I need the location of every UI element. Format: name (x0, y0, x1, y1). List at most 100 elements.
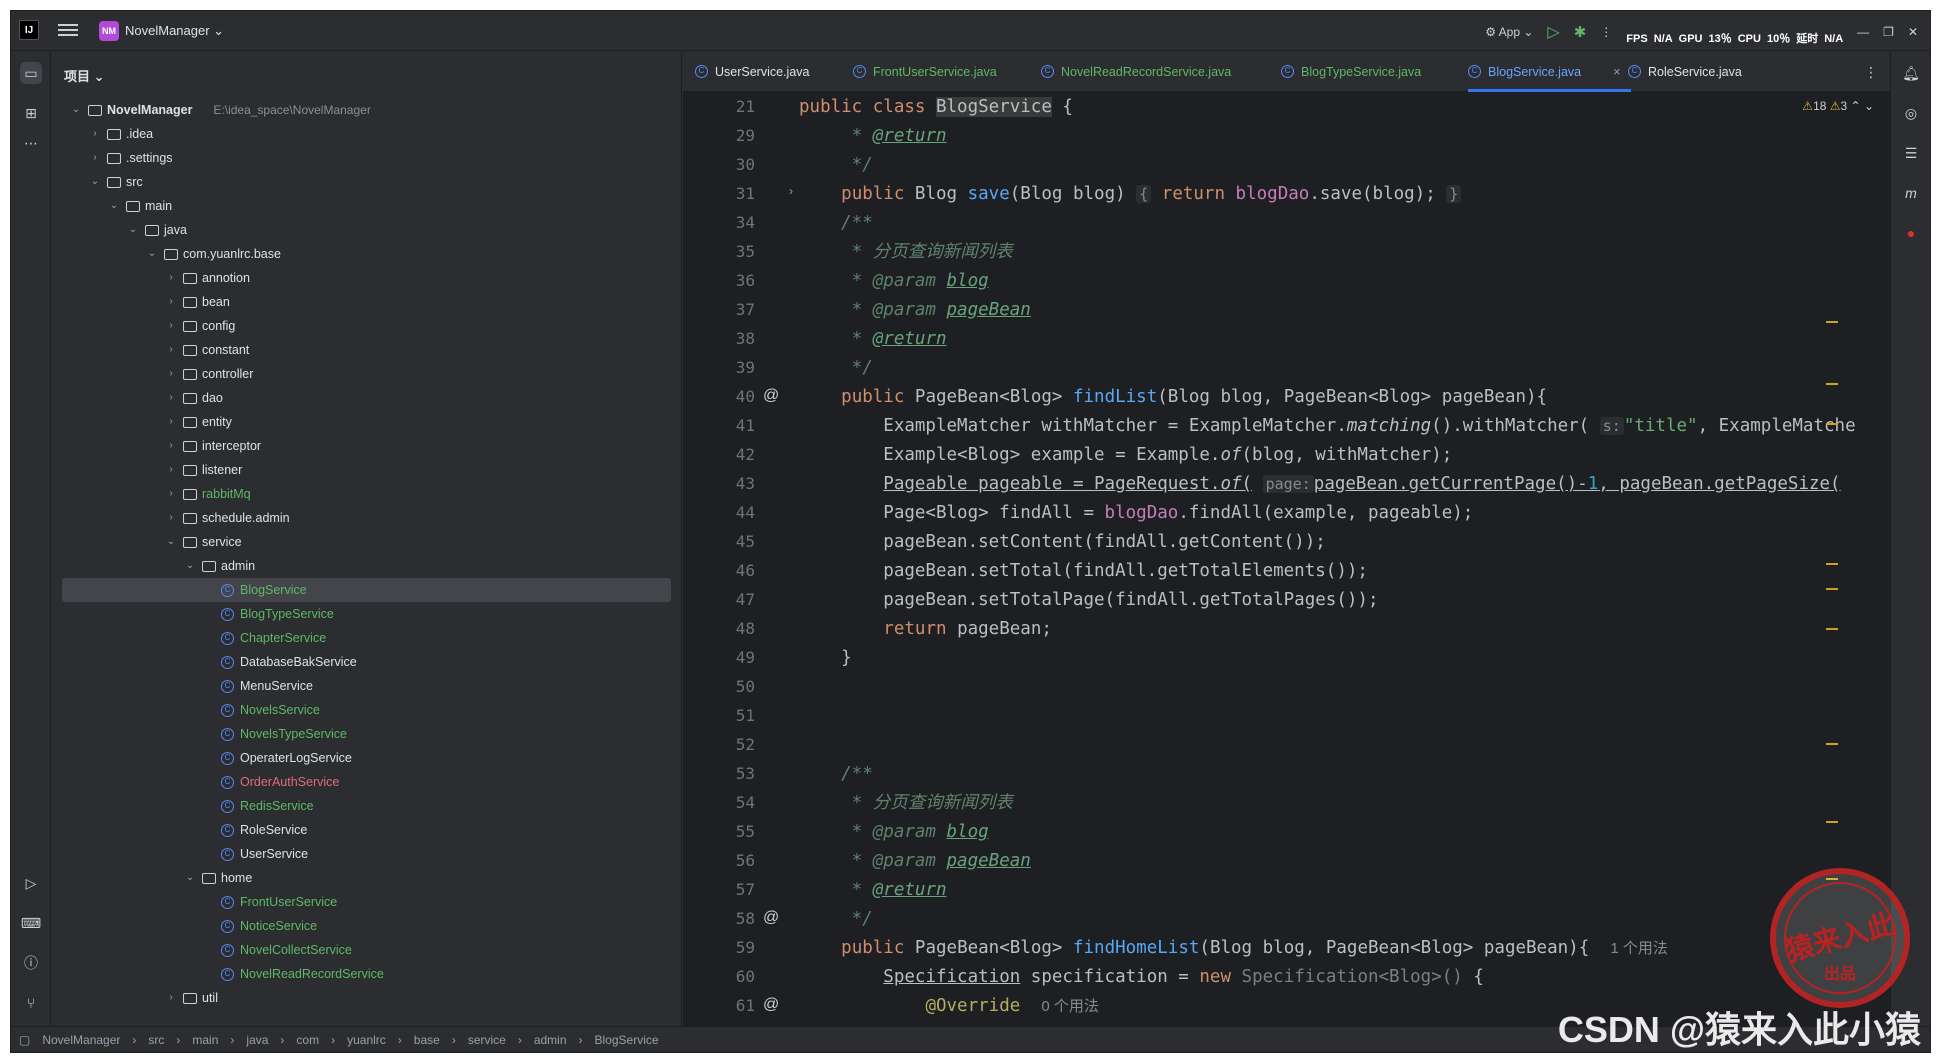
inspection-widget[interactable]: ⚠18 ⚠3 ⌃ ⌄ (1802, 99, 1874, 113)
chevron-down-icon[interactable]: ⌄ (70, 98, 82, 122)
breadcrumb-item[interactable]: BlogService (595, 1033, 659, 1047)
breadcrumb-item[interactable]: yuanlrc (347, 1033, 386, 1047)
tree-item-folder[interactable]: › annotion (52, 266, 671, 290)
tree-item-folder[interactable]: ⌄ com.yuanlrc.base (52, 242, 671, 266)
project-panel-header[interactable]: 项目 ⌄ (64, 66, 105, 85)
tree-item-folder[interactable]: › dao (52, 386, 671, 410)
tree-item-class[interactable]: C BlogTypeService (52, 602, 671, 626)
editor-tab[interactable]: C BlogService.java × (1468, 52, 1632, 92)
chevron-down-icon[interactable]: ⌄ (165, 530, 177, 554)
tree-item-class[interactable]: C NoticeService (52, 914, 671, 938)
warning-marker[interactable] (1826, 588, 1838, 590)
chevron-right-icon[interactable]: › (165, 314, 177, 338)
tab-close-icon[interactable]: × (1613, 52, 1620, 92)
breadcrumb-item[interactable]: NovelManager (42, 1033, 120, 1047)
chevron-right-icon[interactable]: › (165, 506, 177, 530)
usages-hint[interactable]: 1 个用法 (1610, 940, 1668, 957)
chevron-right-icon[interactable]: › (165, 362, 177, 386)
tree-item-folder[interactable]: › util (52, 986, 671, 1010)
breadcrumb-item[interactable]: src (148, 1033, 164, 1047)
tree-item-class[interactable]: C ChapterService (52, 626, 671, 650)
close-icon[interactable]: ✕ (1908, 25, 1918, 39)
breadcrumb-item[interactable]: admin (534, 1033, 567, 1047)
tree-item-folder[interactable]: ⌄ main (52, 194, 671, 218)
editor-tab[interactable]: C BlogTypeService.java (1281, 52, 1455, 92)
notifications-icon[interactable]: 🔔︎ (1900, 62, 1922, 84)
usages-hint[interactable]: 0 个用法 (1041, 998, 1099, 1015)
project-badge[interactable]: NM (99, 21, 119, 41)
chevron-right-icon[interactable]: › (165, 290, 177, 314)
project-switcher[interactable]: NovelManager ⌄ (125, 23, 224, 39)
editor-tab[interactable]: C UserService.java (695, 52, 840, 92)
run-config-selector[interactable]: ⚙ App ⌄ (1485, 25, 1533, 39)
chevron-down-icon[interactable]: ⌄ (184, 554, 196, 578)
tree-item-class[interactable]: C OrderAuthService (52, 770, 671, 794)
warning-marker[interactable] (1826, 821, 1838, 823)
tree-item-folder[interactable]: › config (52, 314, 671, 338)
warning-marker[interactable] (1826, 423, 1838, 425)
tree-item-class[interactable]: C NovelReadRecordService (52, 962, 671, 986)
chevron-right-icon[interactable]: › (165, 434, 177, 458)
chevron-right-icon[interactable]: › (165, 482, 177, 506)
tree-item-class[interactable]: C OperaterLogService (52, 746, 671, 770)
warning-marker[interactable] (1826, 628, 1838, 630)
tree-item-folder[interactable]: › .idea (52, 122, 671, 146)
project-tool-icon[interactable]: ▭ (20, 62, 42, 84)
tree-item-class[interactable]: C NovelsService (52, 698, 671, 722)
chevron-right-icon[interactable]: › (165, 410, 177, 434)
tree-item-class[interactable]: C BlogService (62, 578, 671, 602)
minimize-icon[interactable]: — (1857, 25, 1869, 39)
tree-item-folder[interactable]: › bean (52, 290, 671, 314)
chevron-down-icon[interactable]: ⌄ (184, 866, 196, 890)
tree-item-folder[interactable]: › entity (52, 410, 671, 434)
breadcrumb-item[interactable]: base (414, 1033, 440, 1047)
tree-item-folder[interactable]: ⌄ NovelManager E:\idea_space\NovelManager (52, 98, 671, 122)
chevron-right-icon[interactable]: › (89, 122, 101, 146)
ide-logo-icon[interactable]: IJ (19, 20, 39, 40)
tree-item-class[interactable]: C RedisService (52, 794, 671, 818)
tree-item-folder[interactable]: › rabbitMq (52, 482, 671, 506)
breadcrumb-item[interactable]: com (296, 1033, 319, 1047)
editor-tab[interactable]: C FrontUserService.java (853, 52, 1034, 92)
tree-item-class[interactable]: C FrontUserService (52, 890, 671, 914)
override-gutter-icon[interactable]: @ (763, 909, 779, 927)
structure-tool-icon[interactable]: ⊞ (20, 102, 42, 124)
chevron-right-icon[interactable]: › (165, 458, 177, 482)
chevron-right-icon[interactable]: › (165, 386, 177, 410)
breadcrumb-item[interactable]: java (246, 1033, 268, 1047)
terminal-tool-icon[interactable]: ⌨ (20, 912, 42, 934)
tree-item-folder[interactable]: › .settings (52, 146, 671, 170)
tree-item-folder[interactable]: › schedule.admin (52, 506, 671, 530)
run-icon[interactable]: ▷ (1547, 22, 1559, 42)
tree-item-folder[interactable]: ⌄ src (52, 170, 671, 194)
warning-marker[interactable] (1826, 321, 1838, 323)
tree-item-folder[interactable]: ⌄ home (52, 866, 671, 890)
code-view[interactable]: public class BlogService { ⚠18 ⚠3 ⌃ ⌄ * … (783, 93, 1890, 1026)
tree-item-folder[interactable]: › listener (52, 458, 671, 482)
tree-item-class[interactable]: C NovelCollectService (52, 938, 671, 962)
chevron-down-icon[interactable]: ⌄ (89, 170, 101, 194)
tree-item-folder[interactable]: › controller (52, 362, 671, 386)
git-tool-icon[interactable]: ⑂ (20, 992, 42, 1014)
chevron-down-icon[interactable]: ⌄ (146, 242, 158, 266)
tree-item-folder[interactable]: › constant (52, 338, 671, 362)
chevron-right-icon[interactable]: › (165, 986, 177, 1010)
tree-item-folder[interactable]: ⌄ java (52, 218, 671, 242)
database-icon[interactable]: ☰ (1900, 142, 1922, 164)
more-actions-icon[interactable]: ⋮ (1600, 25, 1612, 39)
tree-item-class[interactable]: C UserService (52, 842, 671, 866)
tree-item-folder[interactable]: › interceptor (52, 434, 671, 458)
tree-item-folder[interactable]: ⌄ admin (52, 554, 671, 578)
breadcrumb-item[interactable]: main (192, 1033, 218, 1047)
maven-icon[interactable]: m (1900, 182, 1922, 204)
chevron-down-icon[interactable]: ⌄ (108, 194, 120, 218)
more-tools-icon[interactable]: ⋯ (20, 132, 42, 154)
tree-item-folder[interactable]: ⌄ service (52, 530, 671, 554)
main-menu-icon[interactable] (58, 21, 78, 39)
warning-marker[interactable] (1826, 383, 1838, 385)
problems-tool-icon[interactable]: ⓘ (20, 952, 42, 974)
chevron-down-icon[interactable]: ⌄ (127, 218, 139, 242)
override-gutter-icon[interactable]: @ (763, 996, 779, 1014)
warning-marker[interactable] (1826, 743, 1838, 745)
chevron-right-icon[interactable]: › (89, 146, 101, 170)
